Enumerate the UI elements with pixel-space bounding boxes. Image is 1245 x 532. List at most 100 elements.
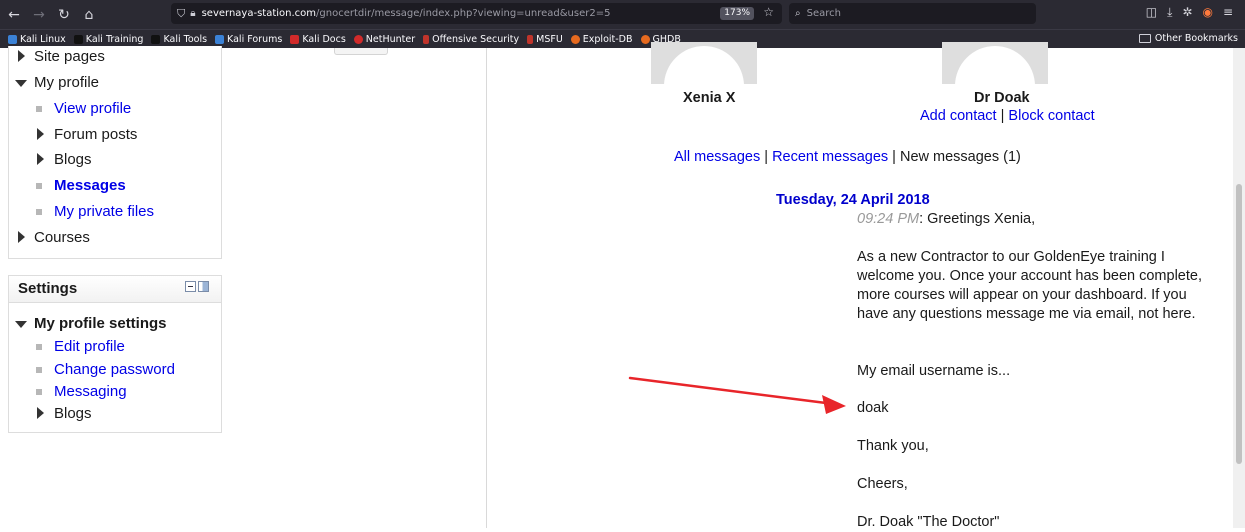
- message-signature: Dr. Doak "The Doctor": [857, 514, 1000, 530]
- nav-my-profile[interactable]: My profile: [34, 74, 99, 91]
- block-contact-link[interactable]: Block contact: [1008, 108, 1094, 124]
- kali-forums-icon: [215, 34, 225, 44]
- expand-arrow-icon[interactable]: [37, 153, 44, 165]
- expand-arrow-icon[interactable]: [37, 407, 44, 419]
- center-tab: [334, 48, 388, 55]
- nav-blogs[interactable]: Blogs: [54, 151, 92, 168]
- settings-my-profile-settings[interactable]: My profile settings: [34, 315, 167, 332]
- folder-icon: [1138, 34, 1151, 43]
- kali-docs-icon: [290, 34, 300, 44]
- bookmark-msfu[interactable]: MSFU: [527, 34, 563, 45]
- bookmark-offensive-security[interactable]: Offensive Security: [423, 34, 519, 45]
- recent-messages-link[interactable]: Recent messages: [772, 149, 888, 165]
- zoom-level-badge[interactable]: 173%: [720, 7, 754, 20]
- separator: |: [764, 149, 769, 165]
- arrow-shaft: [628, 376, 828, 405]
- bookmark-star-icon[interactable]: ☆: [763, 5, 774, 19]
- other-bookmarks[interactable]: Other Bookmarks: [1138, 33, 1238, 44]
- add-contact-link[interactable]: Add contact: [920, 108, 997, 124]
- column-divider: [486, 48, 487, 528]
- settings-blogs[interactable]: Blogs: [54, 405, 92, 422]
- separator: |: [892, 149, 896, 165]
- settings-change-password-link[interactable]: Change password: [54, 361, 175, 378]
- nav-site-pages[interactable]: Site pages: [34, 48, 105, 65]
- bullet-icon: [36, 183, 42, 189]
- navigation-block: Site pages My profile View profile Forum…: [8, 46, 222, 259]
- bookmark-kali-tools[interactable]: Kali Tools: [151, 34, 207, 45]
- bookmark-kali-forums[interactable]: Kali Forums: [215, 34, 282, 45]
- menu-icon[interactable]: ≡: [1223, 5, 1233, 20]
- expand-arrow-icon[interactable]: [37, 128, 44, 140]
- user-avatar-icon: [955, 46, 1035, 84]
- back-arrow-icon[interactable]: ←: [3, 4, 25, 26]
- bullet-icon: [36, 344, 42, 350]
- dock-block-icon[interactable]: [198, 281, 209, 292]
- offsec-icon: [423, 34, 430, 44]
- download-icon[interactable]: ⤓: [1167, 5, 1172, 20]
- collapse-arrow-icon[interactable]: [15, 80, 27, 87]
- settings-header: Settings: [9, 276, 221, 303]
- message-header: 09:24 PM: Greetings Xenia,: [857, 210, 1035, 229]
- ghdb-icon: [640, 34, 650, 44]
- expand-arrow-icon[interactable]: [18, 50, 25, 62]
- separator: |: [1000, 108, 1005, 124]
- message-cheers: Cheers,: [857, 476, 908, 492]
- url-text[interactable]: severnaya-station.com/gnocertdir/message…: [202, 8, 611, 19]
- search-placeholder: Search: [806, 8, 841, 19]
- kali-linux-icon: [8, 34, 17, 44]
- search-icon: ⌕: [795, 8, 801, 19]
- shield-icon[interactable]: ⛉: [177, 7, 185, 21]
- url-bar[interactable]: ⛉ 🔒︎ severnaya-station.com/gnocertdir/me…: [171, 3, 782, 24]
- message-greeting: : Greetings Xenia,: [919, 211, 1036, 227]
- bullet-icon: [36, 106, 42, 112]
- reload-icon[interactable]: ↻: [53, 4, 75, 26]
- avatar: [942, 42, 1048, 84]
- bullet-icon: [36, 367, 42, 373]
- nav-view-profile-link[interactable]: View profile: [54, 100, 131, 117]
- bullet-icon: [36, 389, 42, 395]
- user-avatar-icon: [664, 46, 744, 84]
- settings-edit-profile-link[interactable]: Edit profile: [54, 338, 125, 355]
- home-icon[interactable]: ⌂: [78, 4, 100, 26]
- search-input[interactable]: ⌕ Search: [789, 3, 1036, 24]
- settings-messaging-link[interactable]: Messaging: [54, 383, 127, 400]
- bookmark-kali-training[interactable]: Kali Training: [73, 34, 143, 45]
- message-date: Tuesday, 24 April 2018: [776, 192, 930, 208]
- nav-messages-link[interactable]: Messages: [54, 177, 126, 194]
- collapse-arrow-icon[interactable]: [15, 321, 27, 328]
- bookmark-exploit-db[interactable]: Exploit-DB: [570, 34, 633, 45]
- nethunter-icon: [353, 34, 363, 44]
- bookmark-kali-linux[interactable]: Kali Linux: [8, 34, 66, 45]
- kali-dragon-icon: [73, 34, 83, 44]
- message-tabs: All messages | Recent messages | New mes…: [674, 149, 1021, 165]
- collapse-block-icon[interactable]: [185, 281, 196, 292]
- nav-forum-posts[interactable]: Forum posts: [54, 126, 137, 143]
- page-scrollbar[interactable]: [1233, 48, 1245, 528]
- nav-courses[interactable]: Courses: [34, 229, 90, 246]
- avatar: [651, 42, 757, 84]
- new-messages-label: New messages (1): [899, 149, 1021, 165]
- block-controls: [185, 281, 209, 292]
- nav-private-files-link[interactable]: My private files: [54, 203, 154, 220]
- pocket-icon[interactable]: ◫: [1146, 5, 1157, 20]
- page-info-icon[interactable]: 🔒︎: [190, 8, 195, 19]
- exploit-db-icon: [570, 34, 580, 44]
- contact-name-xenia: Xenia X: [683, 90, 736, 106]
- message-username: doak: [857, 400, 889, 416]
- bookmark-nethunter[interactable]: NetHunter: [353, 34, 415, 45]
- firefox-account-icon[interactable]: ◉: [1202, 5, 1212, 20]
- browser-toolbar: ← → ↻ ⌂ ⛉ 🔒︎ severnaya-station.com/gnoce…: [0, 0, 1245, 29]
- extensions-icon[interactable]: ✲: [1182, 5, 1192, 20]
- expand-arrow-icon[interactable]: [18, 231, 25, 243]
- message-time: 09:24 PM: [857, 211, 920, 227]
- settings-title: Settings: [18, 280, 78, 297]
- msfu-icon: [527, 34, 534, 44]
- settings-block: Settings My profile settings Edit profil…: [8, 275, 222, 433]
- all-messages-link[interactable]: All messages: [674, 149, 760, 165]
- bookmark-kali-docs[interactable]: Kali Docs: [290, 34, 346, 45]
- message-username-line: My email username is...: [857, 363, 1011, 379]
- bullet-icon: [36, 209, 42, 215]
- scrollbar-thumb[interactable]: [1236, 184, 1242, 464]
- forward-arrow-icon[interactable]: →: [28, 4, 50, 26]
- arrow-head: [822, 395, 846, 414]
